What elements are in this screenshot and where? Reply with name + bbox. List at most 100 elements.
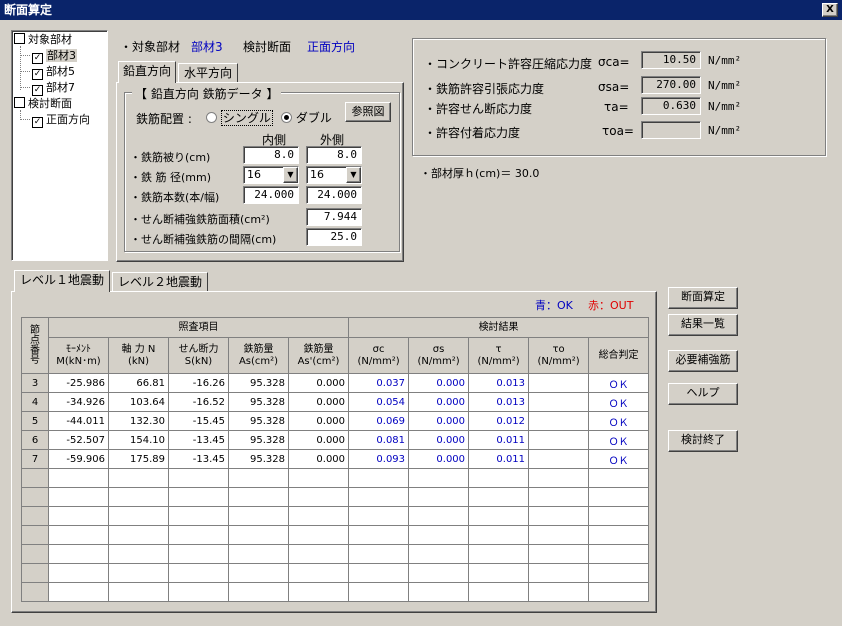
reference-button[interactable]: 参照図: [345, 102, 391, 122]
end-button[interactable]: 検討終了: [668, 430, 738, 452]
tree-label: 部材3: [46, 49, 77, 62]
table-cell: [588, 525, 650, 545]
checkbox[interactable]: ✓: [32, 69, 43, 80]
chevron-down-icon[interactable]: ▼: [346, 167, 361, 183]
table-cell: [468, 582, 530, 602]
table-cell: 0.000: [408, 411, 470, 431]
table-cell: [108, 487, 169, 507]
tree-item-member7[interactable]: ✓ 部材7: [32, 80, 75, 96]
cover-label: ・鉄筋被り(cm): [130, 151, 211, 164]
diameter-outer-select[interactable]: 16 ▼: [306, 166, 362, 184]
column-header: 鉄筋量 As'(cm²): [287, 337, 350, 374]
result-list-button[interactable]: 結果一覧: [668, 314, 738, 336]
checkbox[interactable]: [14, 33, 25, 44]
shear-spacing-input[interactable]: 25.0: [306, 228, 362, 246]
allow-value: 10.50: [641, 51, 701, 69]
diameter-inner-select[interactable]: 16 ▼: [243, 166, 299, 184]
table-cell: [528, 430, 590, 450]
table-cell: -59.906: [48, 449, 109, 469]
checkbox[interactable]: ✓: [32, 117, 43, 128]
table-cell: [588, 563, 650, 583]
cover-outer-input[interactable]: 8.0: [306, 146, 362, 164]
checkbox[interactable]: [14, 97, 25, 108]
table-row-empty: [21, 506, 650, 526]
column-header: σs (N/mm²): [408, 337, 470, 374]
table-cell: ＯＫ: [588, 392, 650, 412]
radio-double[interactable]: ダブル: [281, 109, 332, 126]
shear-area-input[interactable]: 7.944: [306, 208, 362, 226]
table-cell: [348, 468, 410, 488]
target-member-value: 部材3: [191, 40, 223, 54]
tree-item-member3[interactable]: ✓ 部材3: [32, 48, 77, 64]
table-cell: [21, 468, 49, 488]
table-cell: 132.30: [108, 411, 169, 431]
table-cell: 3: [21, 373, 49, 393]
table-cell: [528, 506, 590, 526]
target-member-label: ・対象部材: [120, 40, 181, 54]
table-row[interactable]: 3 -25.986 66.81 -16.26 95.328 0.000 0.037 0.000…: [21, 373, 650, 393]
column-header: 鉄筋量 As(cm²): [228, 337, 289, 374]
allow-unit: N/mm²: [708, 79, 742, 92]
results-table: 節点番号 照査項目 検討結果 ﾓｰﾒﾝﾄ M(kN･m) 軸 力 N (kN) せん…: [21, 317, 650, 602]
radio-button[interactable]: [206, 112, 217, 123]
checkbox[interactable]: ✓: [32, 53, 43, 64]
window-title: 断面算定: [4, 3, 53, 17]
checkbox[interactable]: ✓: [32, 85, 43, 96]
tree-label: 正面方向: [46, 113, 90, 126]
required-rebar-button[interactable]: 必要補強筋: [668, 350, 738, 372]
shear-spacing-label: ・せん断補強鉄筋の間隔(cm): [130, 233, 277, 246]
table-row-empty: [21, 582, 650, 602]
table-cell: [348, 525, 410, 545]
table-cell: [287, 582, 350, 602]
allow-value: [641, 121, 701, 139]
tab-level2[interactable]: レベル２地震動: [112, 272, 208, 292]
rebar-group-title: 【 鉛直方向 鉄筋データ 】: [132, 85, 282, 102]
table-cell: [21, 544, 49, 564]
tab-level1[interactable]: レベル１地震動: [14, 270, 110, 292]
table-cell: 0.000: [287, 430, 350, 450]
tree-item-section[interactable]: 検討断面: [14, 96, 72, 112]
tree-item-member5[interactable]: ✓ 部材5: [32, 64, 75, 80]
count-inner-input[interactable]: 24.000: [243, 186, 299, 204]
table-row[interactable]: 4 -34.926 103.64 -16.52 95.328 0.000 0.054 0.00…: [21, 392, 650, 412]
table-cell: [588, 468, 650, 488]
tree-item-front[interactable]: ✓ 正面方向: [32, 112, 90, 128]
count-outer-input[interactable]: 24.000: [306, 186, 362, 204]
tab-horizontal[interactable]: 水平方向: [178, 63, 238, 83]
radio-label: シングル: [220, 110, 273, 126]
table-row[interactable]: 7 -59.906 175.89 -13.45 95.328 0.000 0.093 0.00…: [21, 449, 650, 469]
table-cell: [408, 506, 470, 526]
table-cell: 0.093: [348, 449, 410, 469]
section-calc-button[interactable]: 断面算定: [668, 287, 738, 309]
radio-label: ダブル: [295, 111, 332, 125]
allow-unit: N/mm²: [708, 124, 742, 137]
tab-vertical[interactable]: 鉛直方向: [118, 61, 176, 83]
table-row[interactable]: 5 -44.011 132.30 -15.45 95.328 0.000 0.069 0.00…: [21, 411, 650, 431]
allow-label: ・許容せん断応力度: [424, 102, 533, 116]
tree-item-target-member[interactable]: 対象部材: [14, 32, 72, 48]
tree-label: 部材7: [46, 81, 75, 94]
table-cell: [108, 525, 169, 545]
column-header: せん断力 S(kN): [168, 337, 229, 374]
table-cell: [287, 563, 350, 583]
table-cell: 95.328: [228, 411, 289, 431]
header-result: 検討結果: [348, 317, 650, 338]
allow-label: ・鉄筋許容引張応力度: [424, 82, 545, 96]
table-cell: [168, 487, 229, 507]
table-cell: [168, 506, 229, 526]
member-tree[interactable]: 対象部材 ✓ 部材3 ✓ 部材5 ✓ 部材7 検討断面 ✓ 正面方向: [11, 30, 108, 261]
radio-single[interactable]: シングル: [206, 109, 273, 126]
table-row[interactable]: 6 -52.507 154.10 -13.45 95.328 0.000 0.081 0.00…: [21, 430, 650, 450]
cover-inner-input[interactable]: 8.0: [243, 146, 299, 164]
table-cell: 0.000: [287, 411, 350, 431]
table-cell: [287, 525, 350, 545]
table-cell: [48, 525, 109, 545]
close-button[interactable]: X: [822, 3, 838, 17]
help-button[interactable]: ヘルプ: [668, 383, 738, 405]
chevron-down-icon[interactable]: ▼: [283, 167, 298, 183]
radio-button[interactable]: [281, 112, 292, 123]
table-cell: [588, 544, 650, 564]
table-cell: [48, 468, 109, 488]
table-cell: 0.000: [408, 373, 470, 393]
table-cell: [228, 525, 289, 545]
